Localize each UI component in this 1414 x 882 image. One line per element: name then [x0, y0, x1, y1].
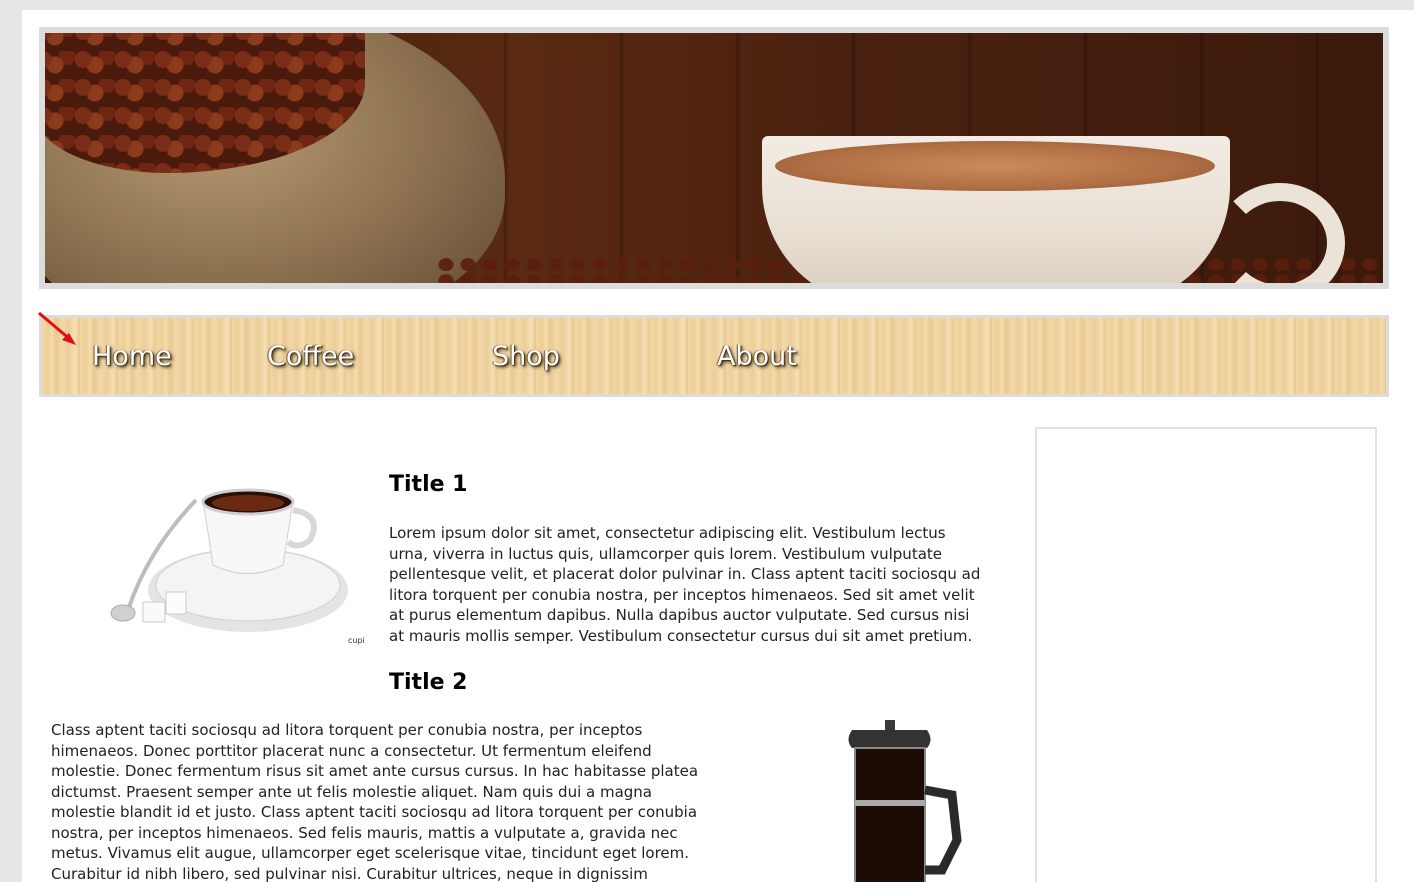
main-content: cupic Title 1 Lorem ipsum dolor sit amet…	[22, 420, 1012, 882]
section-text-1: Lorem ipsum dolor sit amet, consectetur …	[389, 524, 981, 645]
coffee-cup-saucer-image: cupic	[110, 488, 364, 645]
french-press-image	[848, 720, 962, 882]
nav-bar: Home Coffee Shop About	[42, 318, 1386, 394]
page: Home Coffee Shop About cupic Title 1 Lor…	[22, 10, 1414, 882]
annotation-arrow-icon	[38, 311, 76, 345]
main-nav: Home Coffee Shop About	[39, 315, 1389, 397]
section-title-2: Title 2	[389, 670, 468, 695]
banner-image	[45, 33, 1383, 283]
section-text-2: Class aptent taciti sociosqu ad litora t…	[51, 721, 699, 882]
image-caption: cupic	[348, 636, 364, 645]
nav-item-coffee[interactable]: Coffee	[267, 341, 492, 372]
section-title-1: Title 1	[389, 472, 468, 497]
sidebar	[1035, 427, 1377, 882]
nav-item-about[interactable]: About	[717, 341, 942, 372]
header-banner	[39, 27, 1389, 289]
nav-item-shop[interactable]: Shop	[492, 341, 717, 372]
